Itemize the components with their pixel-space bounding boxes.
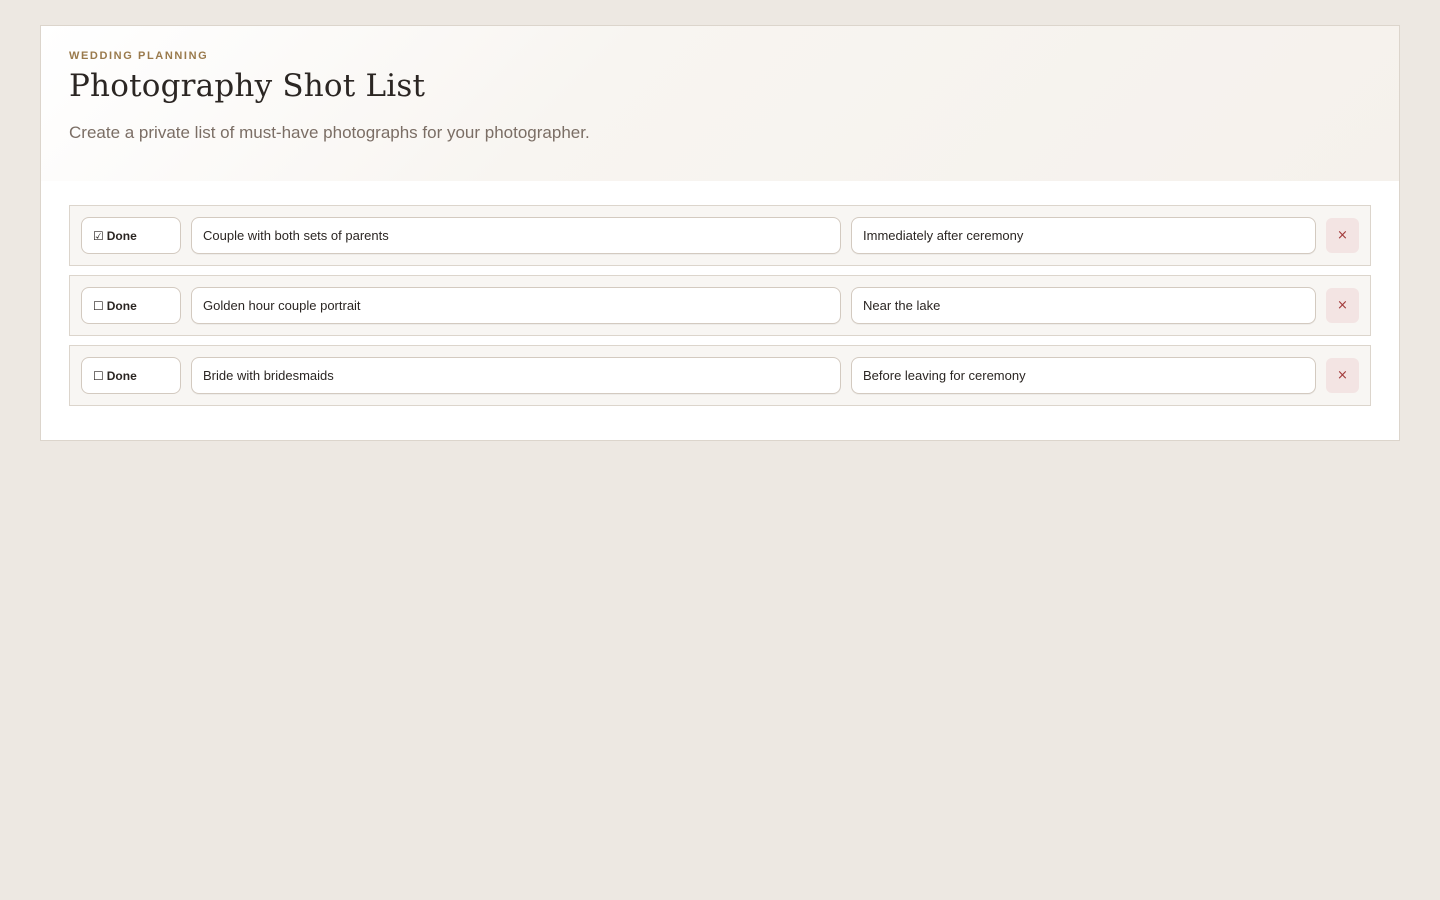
done-toggle-button[interactable]: ☑ Done (81, 217, 181, 254)
shot-description-input[interactable] (191, 217, 841, 254)
shot-row: ☐ Done × (69, 275, 1371, 336)
shot-description-input[interactable] (191, 287, 841, 324)
page-title: Photography Shot List (69, 68, 426, 104)
shot-note-input[interactable] (851, 217, 1316, 254)
remove-shot-button[interactable]: × (1326, 358, 1359, 393)
shot-row: ☐ Done × (69, 345, 1371, 406)
section-eyebrow: WEDDING PLANNING (69, 50, 209, 62)
shot-note-input[interactable] (851, 287, 1316, 324)
checkbox-unchecked-icon: ☐ (93, 298, 104, 313)
shot-list-card: WEDDING PLANNING Photography Shot List C… (40, 25, 1400, 441)
close-icon: × (1337, 228, 1348, 243)
page-subtitle: Create a private list of must-have photo… (69, 123, 590, 142)
shot-description-input[interactable] (191, 357, 841, 394)
shot-list: ☑ Done × ☐ Done × ☐ Done (69, 205, 1371, 415)
remove-shot-button[interactable]: × (1326, 218, 1359, 253)
shot-note-input[interactable] (851, 357, 1316, 394)
done-toggle-button[interactable]: ☐ Done (81, 287, 181, 324)
done-label: Done (106, 368, 137, 383)
checkbox-unchecked-icon: ☐ (93, 368, 104, 383)
checkbox-checked-icon: ☑ (93, 228, 104, 243)
remove-shot-button[interactable]: × (1326, 288, 1359, 323)
close-icon: × (1337, 298, 1348, 313)
done-toggle-button[interactable]: ☐ Done (81, 357, 181, 394)
page-header: WEDDING PLANNING Photography Shot List C… (41, 26, 1399, 181)
close-icon: × (1337, 368, 1348, 383)
done-label: Done (106, 298, 137, 313)
shot-row: ☑ Done × (69, 205, 1371, 266)
done-label: Done (106, 228, 137, 243)
